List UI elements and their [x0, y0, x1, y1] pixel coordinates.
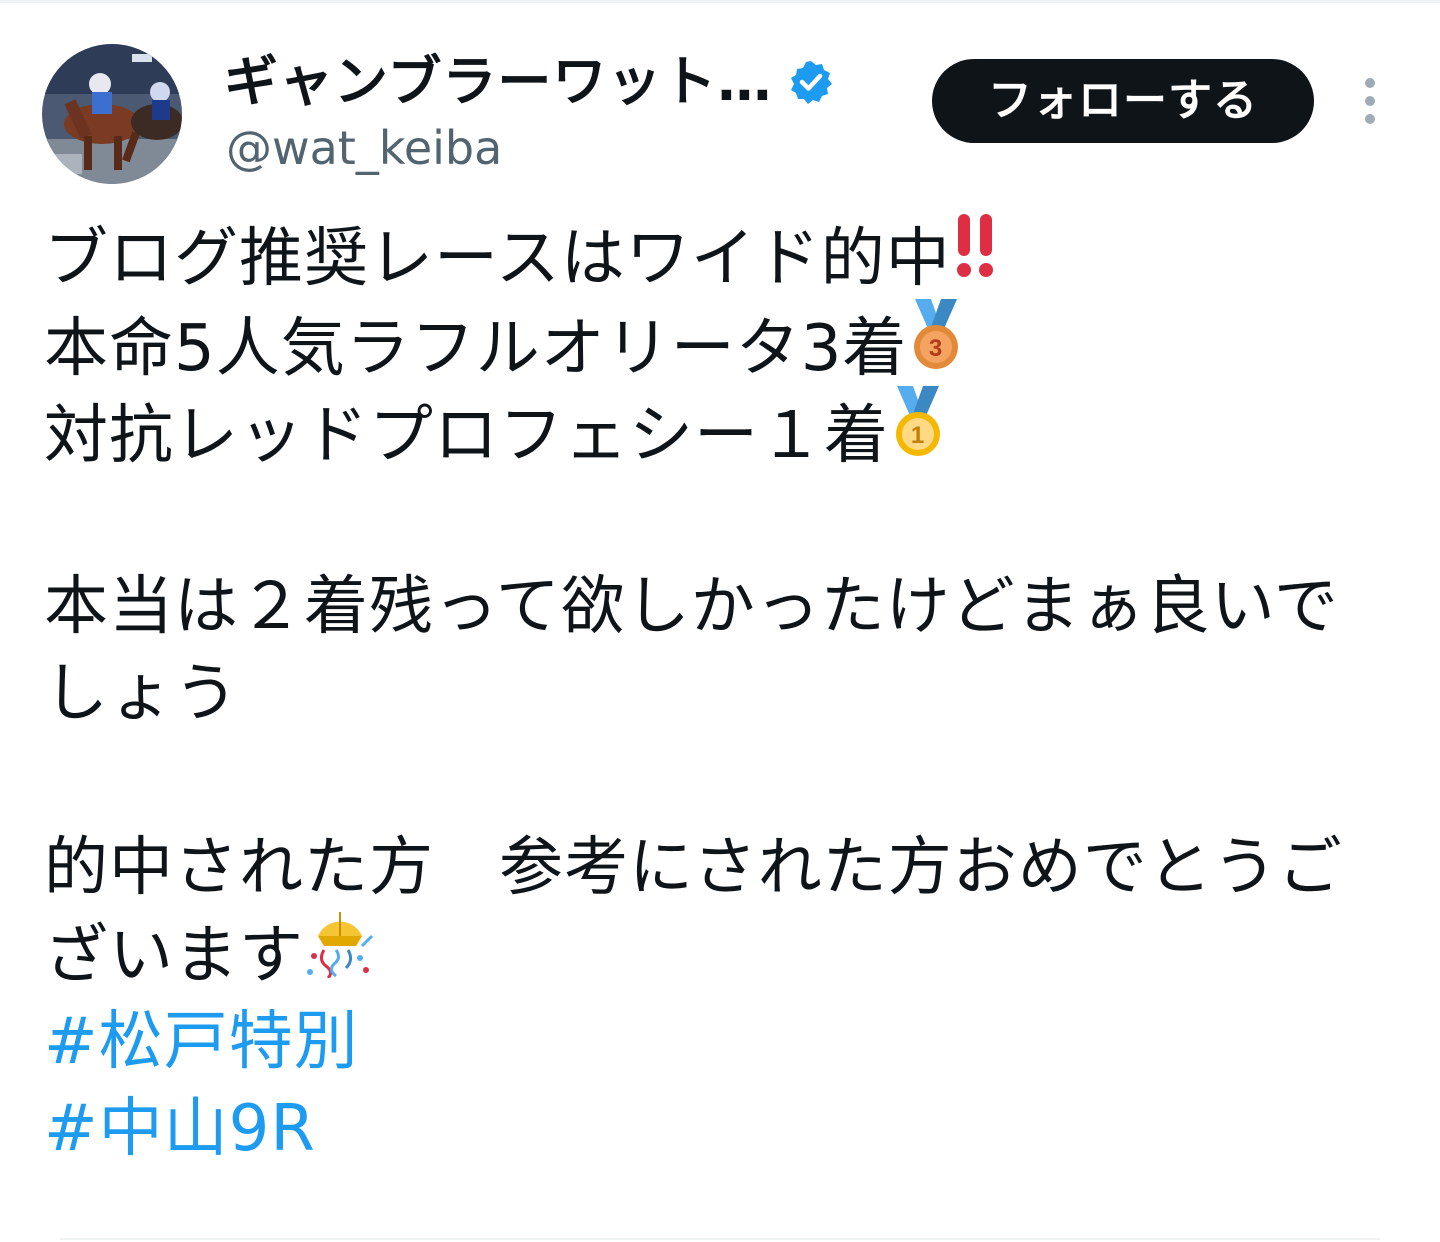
tweet-line: 本当は２着残って欲しかったけどまぁ良いで: [44, 564, 1404, 651]
tweet-line: ざいます: [44, 912, 1404, 999]
hashtag-link[interactable]: #松戸特別: [44, 999, 1404, 1086]
tweet-line-text: 本命5人気ラフルオリータ3着: [44, 312, 908, 387]
tweet-line: ブログ推奨レースはワイド的中: [44, 214, 1404, 303]
double-exclamation-emoji: [951, 210, 1001, 303]
svg-text:1: 1: [911, 422, 925, 449]
tweet-line-text: ざいます: [44, 919, 304, 994]
tweet-line-text: 対抗レッドプロフェシー１着: [44, 399, 889, 474]
bottom-divider: [60, 1238, 1380, 1240]
follow-button[interactable]: フォローする: [932, 59, 1314, 143]
tweet-line-text: しょう: [44, 657, 239, 731]
horse-racing-avatar-image: [42, 44, 182, 184]
bronze-medal-emoji: 3: [907, 297, 965, 396]
author-display-name[interactable]: ギャンブラーワット…: [224, 46, 772, 118]
top-divider: [0, 0, 1440, 3]
svg-text:3: 3: [929, 335, 943, 362]
tweet-line: 本命5人気ラフルオリータ3着 3: [44, 299, 1404, 390]
tweet-line: 対抗レッドプロフェシー１着 1: [44, 386, 1404, 477]
author-handle[interactable]: @wat_keiba: [226, 118, 502, 178]
author-avatar[interactable]: [42, 44, 182, 184]
verified-badge-icon: [788, 59, 834, 105]
hashtag-link[interactable]: #中山9R: [44, 1086, 1404, 1173]
more-vertical-icon[interactable]: [1352, 74, 1388, 128]
tweet-line-text: ブログ推奨レースはワイド的中: [44, 222, 951, 297]
tweet-line: 的中された方 参考にされた方おめでとうご: [44, 825, 1404, 912]
gold-medal-emoji: 1: [889, 384, 947, 483]
confetti-ball-emoji: [304, 906, 376, 1001]
tweet-line: しょう: [44, 651, 1404, 738]
tweet-text: ブログ推奨レースはワイド的中 本命5人気ラフルオリータ3着 3 対抗レッドプロフェ…: [44, 214, 1404, 1173]
tweet-line-text: 本当は２着残って欲しかったけどまぁ良いで: [44, 570, 1339, 644]
tweet-line-text: 的中された方 参考にされた方おめでとうご: [44, 831, 1343, 905]
author-name-row: ギャンブラーワット…: [224, 46, 834, 118]
